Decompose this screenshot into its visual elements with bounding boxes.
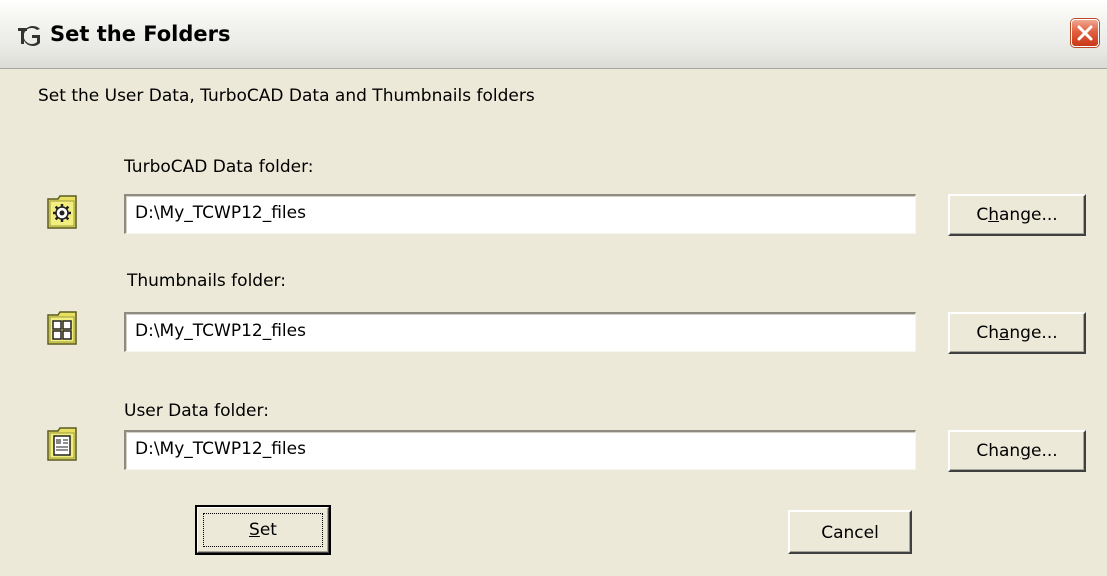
gear-folder-icon bbox=[47, 195, 77, 229]
cancel-button[interactable]: Cancel bbox=[788, 510, 912, 554]
close-icon bbox=[1077, 25, 1093, 41]
turbocad-data-path-input[interactable]: D:\My_TCWP12_files bbox=[124, 194, 916, 234]
dialog-title: Set the Folders bbox=[50, 22, 231, 46]
turbocad-data-change-button[interactable]: Change... bbox=[948, 194, 1086, 236]
set-folders-dialog: Set the Folders Set the User Data, Turbo… bbox=[0, 0, 1107, 576]
user-data-path-input[interactable]: D:\My_TCWP12_files bbox=[124, 430, 916, 470]
user-data-change-button[interactable]: Change... bbox=[948, 430, 1086, 472]
set-button[interactable]: Set bbox=[195, 505, 331, 555]
set-label-rest: et bbox=[259, 520, 277, 540]
change-label-mnemonic: a bbox=[998, 323, 1010, 343]
thumbnails-folder-icon bbox=[47, 311, 77, 345]
thumbnails-path-input[interactable]: D:\My_TCWP12_files bbox=[124, 312, 916, 352]
thumbnails-label: Thumbnails folder: bbox=[127, 271, 286, 291]
change-label-pre: Ch bbox=[976, 323, 999, 343]
change-label-post: e... bbox=[1030, 441, 1058, 461]
thumbnails-change-button[interactable]: Change... bbox=[948, 312, 1086, 354]
change-label-pre: Chan bbox=[976, 441, 1021, 461]
turbocad-icon bbox=[18, 26, 40, 46]
instruction-text: Set the User Data, TurboCAD Data and Thu… bbox=[38, 86, 535, 106]
user-data-label: User Data folder: bbox=[124, 401, 269, 421]
change-label-mnemonic: h bbox=[988, 205, 999, 225]
change-label-pre: C bbox=[976, 205, 989, 225]
turbocad-data-label: TurboCAD Data folder: bbox=[124, 157, 314, 177]
document-folder-icon bbox=[47, 427, 77, 461]
title-bar[interactable]: Set the Folders bbox=[0, 0, 1107, 69]
change-label-post: nge... bbox=[1009, 323, 1058, 343]
set-label-mnemonic: S bbox=[249, 520, 260, 540]
change-label-mnemonic: g bbox=[1020, 441, 1031, 461]
close-button[interactable] bbox=[1071, 19, 1099, 47]
change-label-post: ange... bbox=[999, 205, 1058, 225]
